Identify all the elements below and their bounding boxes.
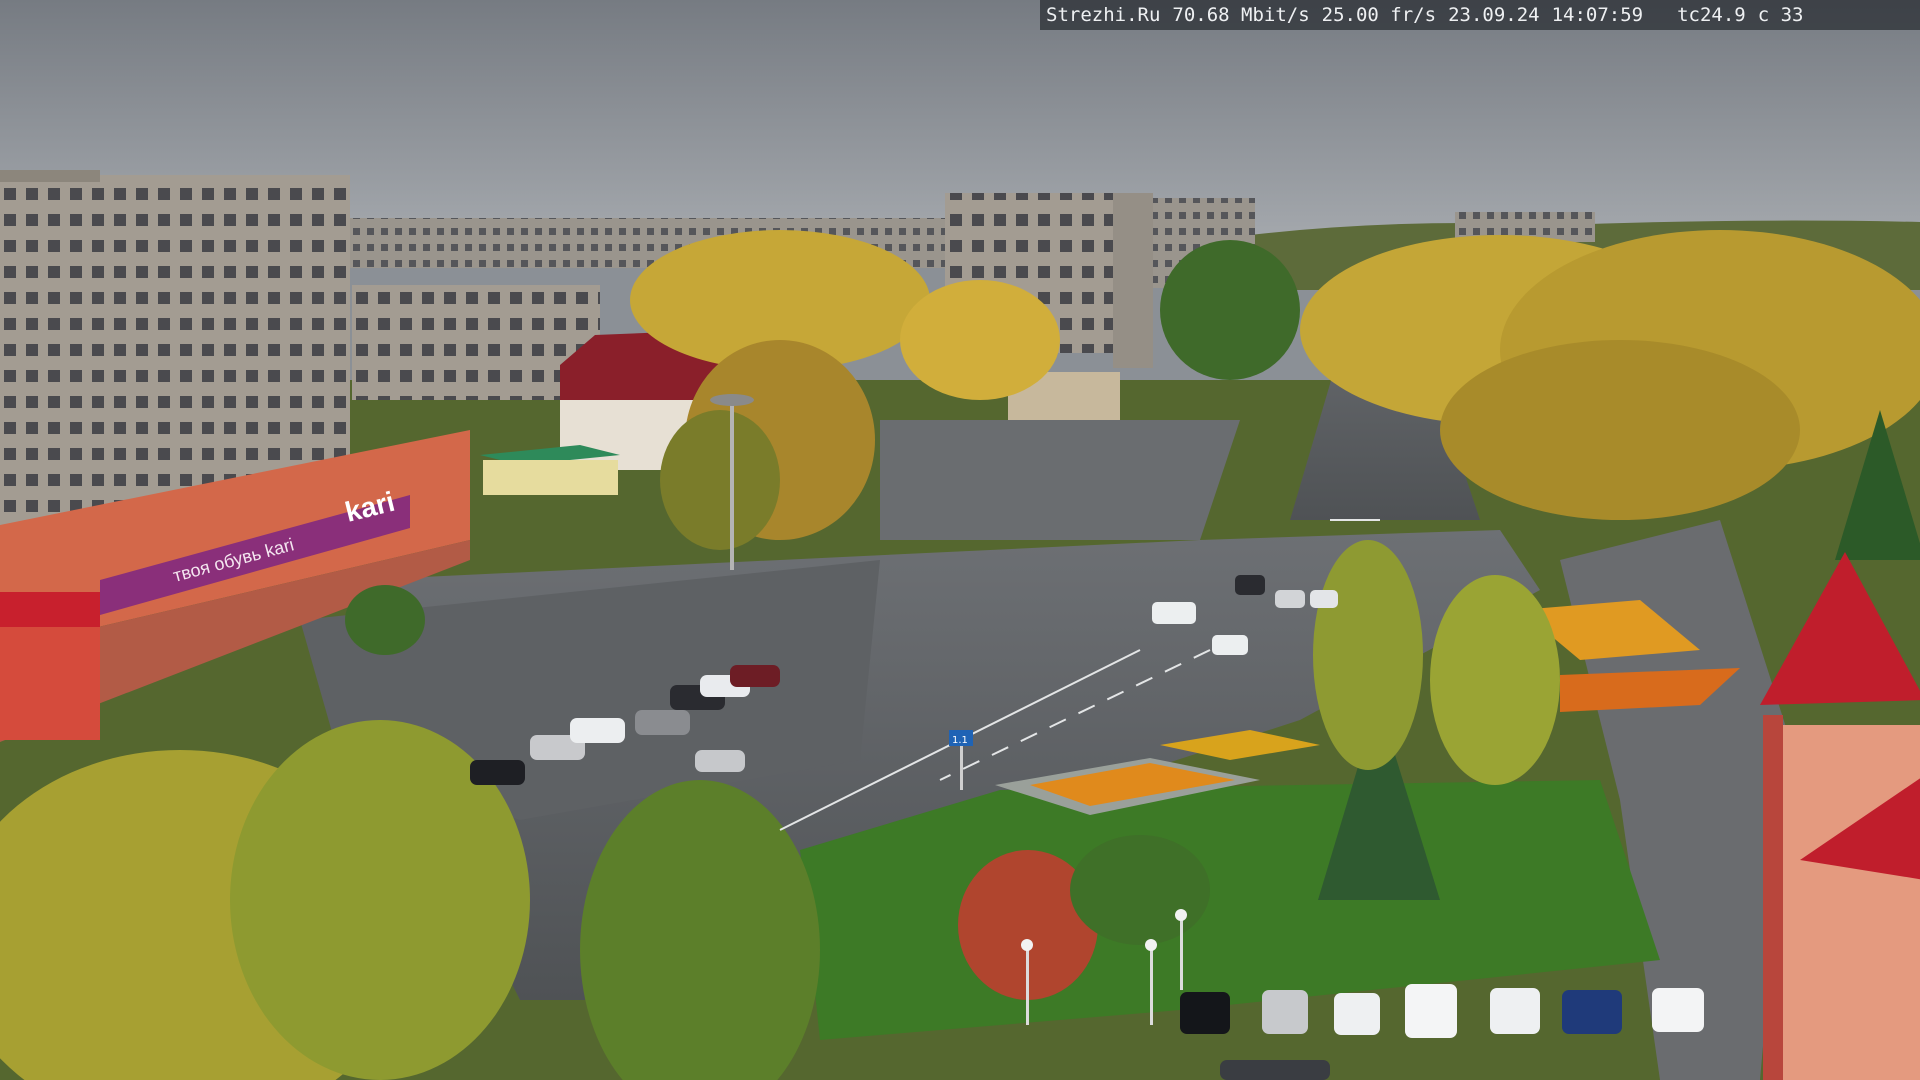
osd-timecode: tc24.9: [1677, 4, 1746, 26]
camera-osd-overlay: Strezhi.Ru 70.68 Mbit/s 25.00 fr/s 23.09.24…: [1040, 0, 1920, 30]
webcam-scene: kari твоя обувь kari 1.1: [0, 0, 1920, 1080]
road-sign-label: 1.1: [952, 735, 968, 746]
osd-framerate: 25.00 fr/s: [1321, 4, 1437, 26]
osd-bitrate: 70.68 Mbit/s: [1172, 4, 1310, 26]
osd-channel: c 33: [1757, 4, 1804, 26]
osd-time: 14:07:59: [1551, 4, 1644, 26]
central-building-stairwell: [1113, 193, 1153, 368]
osd-date: 23.09.24: [1448, 4, 1540, 26]
osd-site-name: Strezhi.Ru: [1046, 4, 1161, 26]
main-square: [880, 420, 1240, 540]
